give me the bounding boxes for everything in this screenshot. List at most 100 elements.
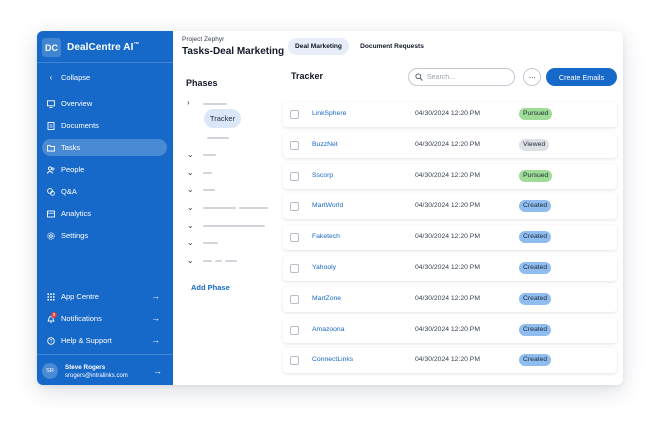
status-badge: Pursued [519, 169, 553, 182]
chevron-down-icon[interactable]: ⌄ [187, 222, 194, 230]
collapse-button[interactable]: ‹ Collapse [42, 69, 167, 86]
tab-document-requests[interactable]: Document Requests [355, 38, 429, 55]
company-link[interactable]: Sscorp [312, 172, 333, 179]
phase-item-tracker[interactable]: Tracker [204, 109, 241, 128]
user-profile[interactable]: SR Steve Rogers srogers@intralinks.com → [42, 361, 168, 381]
analytics-icon [47, 210, 55, 218]
chevron-down-icon[interactable]: ⌄ [187, 257, 194, 265]
collapse-label: Collapse [61, 73, 91, 82]
row-checkbox[interactable] [290, 294, 299, 304]
phase-placeholder [203, 189, 215, 191]
company-link[interactable]: BuzzNet [312, 141, 338, 148]
row-checkbox[interactable] [290, 110, 299, 119]
table-row[interactable]: Yahooly 04/30/2024 12:20 PM Created [283, 256, 617, 281]
chat-icon [47, 187, 55, 196]
app-logo: DC [42, 38, 61, 57]
sidebar-item-label: Q&A [61, 187, 77, 196]
folder-icon [47, 144, 55, 152]
chevron-down-icon[interactable]: ⌄ [187, 169, 194, 177]
row-date: 04/30/2024 12:20 PM [415, 233, 480, 241]
table-row[interactable]: Amazoona 04/30/2024 12:20 PM Created [283, 317, 617, 343]
company-link[interactable]: MartZone [312, 295, 341, 302]
row-checkbox[interactable] [290, 202, 299, 212]
sidebar-item-label: Overview [61, 99, 93, 108]
sidebar-item-settings[interactable]: Settings [42, 227, 167, 244]
row-checkbox[interactable] [290, 233, 299, 243]
sidebar-item-notifications[interactable]: 2 Notifications → [42, 310, 167, 327]
page-title: Tasks-Deal Marketing [182, 46, 285, 57]
chevron-down-icon[interactable]: ⌄ [187, 151, 194, 159]
document-icon [47, 121, 55, 130]
row-date: 04/30/2024 12:20 PM [415, 140, 480, 148]
company-link[interactable]: Faketech [312, 233, 340, 240]
chevron-down-icon[interactable]: ⌄ [187, 239, 194, 247]
status-badge: Pursued [519, 108, 553, 120]
phase-placeholder [203, 103, 227, 105]
company-link[interactable]: Yahooly [312, 264, 336, 271]
sidebar-item-overview[interactable]: Overview [42, 95, 167, 112]
phase-placeholder [203, 207, 236, 209]
sidebar-item-label: Documents [61, 121, 99, 130]
row-date: 04/30/2024 12:20 PM [415, 110, 480, 117]
search-box[interactable] [408, 68, 515, 86]
sidebar-divider [37, 354, 173, 355]
status-badge: Created [519, 231, 552, 244]
row-date: 04/30/2024 12:20 PM [415, 356, 480, 364]
tab-deal-marketing[interactable]: Deal Marketing [288, 38, 349, 55]
search-input[interactable] [427, 73, 511, 81]
sidebar-item-help[interactable]: ? Help & Support → [42, 332, 167, 349]
phase-placeholder [203, 242, 218, 244]
table-row[interactable]: LinkSphere 04/30/2024 12:20 PM Pursued [283, 102, 617, 127]
add-phase-button[interactable]: Add Phase [191, 283, 230, 292]
svg-text:?: ? [50, 338, 53, 344]
table-row[interactable]: MartWorld 04/30/2024 12:20 PM Created [283, 194, 617, 220]
table-row[interactable]: Sscorp 04/30/2024 12:20 PM Pursued [283, 163, 617, 189]
table-row[interactable]: Faketech 04/30/2024 12:20 PM Created [283, 225, 617, 251]
table-row[interactable]: MartZone 04/30/2024 12:20 PM Created [283, 286, 617, 312]
create-emails-button[interactable]: Create Emails [546, 68, 617, 86]
company-link[interactable]: ConnectLinks [312, 356, 353, 363]
arrow-right-icon: → [153, 366, 162, 376]
phase-placeholder [215, 260, 222, 262]
sidebar-item-label: Tasks [61, 143, 81, 152]
chevron-down-icon[interactable]: ⌄ [187, 204, 194, 212]
user-email: srogers@intralinks.com [65, 372, 128, 379]
sidebar-item-qa[interactable]: Q&A [42, 183, 167, 200]
tracker-title: Tracker [291, 71, 324, 81]
sidebar-item-label: Help & Support [61, 336, 112, 345]
row-checkbox[interactable] [290, 264, 299, 273]
grid-icon [47, 292, 55, 301]
row-checkbox[interactable] [290, 140, 299, 150]
brand[interactable]: DC DealCentre AI™ [42, 38, 140, 57]
table-row[interactable]: BuzzNet 04/30/2024 12:20 PM Viewed [283, 132, 617, 158]
row-checkbox[interactable] [290, 356, 299, 366]
arrow-right-icon: → [151, 291, 160, 301]
row-checkbox[interactable] [290, 171, 299, 181]
row-date: 04/30/2024 12:20 PM [415, 325, 480, 333]
status-badge: Created [519, 262, 552, 274]
sidebar-item-analytics[interactable]: Analytics [42, 205, 167, 222]
sidebar-item-people[interactable]: People [42, 161, 167, 178]
chevron-down-icon[interactable]: ⌄ [187, 186, 194, 194]
sidebar-item-app-centre[interactable]: App Centre → [42, 288, 167, 305]
sidebar-item-tasks[interactable]: Tasks [42, 139, 167, 156]
sidebar-item-documents[interactable]: Documents [42, 117, 167, 134]
company-link[interactable]: MartWorld [312, 202, 343, 209]
phase-placeholder [207, 137, 229, 139]
chevron-left-icon: ‹ [49, 73, 53, 82]
table-row[interactable]: ConnectLinks 04/30/2024 12:20 PM Created [283, 348, 617, 374]
project-name: Project Zephyr [182, 36, 225, 43]
app-name: DealCentre AI™ [67, 42, 140, 53]
company-link[interactable]: LinkSphere [312, 110, 346, 117]
row-checkbox[interactable] [290, 325, 299, 335]
company-link[interactable]: Amazoona [312, 326, 345, 333]
chevron-right-icon[interactable]: › [187, 99, 190, 107]
arrow-right-icon: → [151, 335, 160, 345]
arrow-right-icon: → [151, 313, 160, 323]
monitor-icon [47, 99, 55, 108]
notification-badge: 2 [51, 312, 57, 318]
sidebar-item-label: Settings [61, 231, 89, 240]
more-options-button[interactable]: ··· [523, 68, 541, 86]
user-name: Steve Rogers [65, 363, 106, 371]
phase-placeholder [203, 172, 212, 174]
